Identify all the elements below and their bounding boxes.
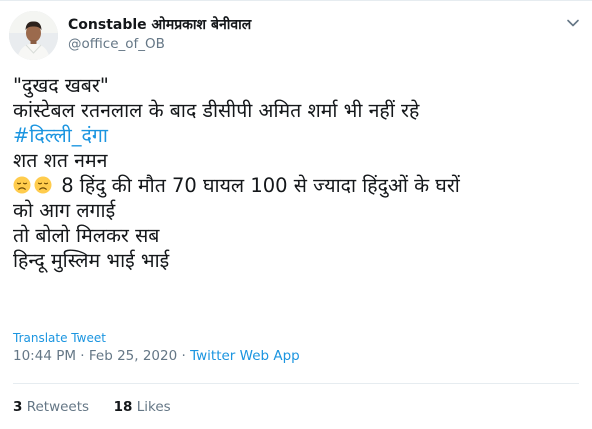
likes-stat[interactable]: 18 Likes (114, 399, 171, 415)
tweet-stats: 3 Retweets 18 Likes (13, 399, 171, 415)
tweet-line: "दुखद खबर" (13, 74, 109, 97)
likes-label: Likes (136, 399, 171, 415)
user-handle[interactable]: @office_of_OB (68, 36, 165, 52)
profile-photo-icon (9, 11, 58, 60)
display-name[interactable]: Constable ओमप्रकाश बेनीवाल (68, 15, 251, 34)
hashtag-link[interactable]: #दिल्ली_दंगा (13, 123, 583, 148)
tweet-line: हिन्दू मुस्लिम भाई भाई (13, 249, 170, 272)
tweet-line: को आग लगाई (13, 199, 116, 222)
tweet-text: "दुखद खबर" कांस्टेबल रतनलाल के बाद डीसीप… (13, 73, 583, 273)
retweets-count: 3 (13, 399, 23, 415)
chevron-down-icon[interactable] (566, 16, 580, 30)
tweet-line-text: 8 हिंदु की मौत 70 घायल 100 से ज्यादा हिं… (61, 174, 460, 197)
disappointed-face-icon (34, 176, 52, 194)
meta-separator: · (181, 348, 186, 364)
tweet-line: कांस्टेबल रतनलाल के बाद डीसीपी अमित शर्म… (13, 99, 420, 122)
divider (13, 383, 579, 384)
avatar[interactable] (9, 11, 58, 60)
disappointed-face-icon (13, 176, 31, 194)
retweets-label: Retweets (26, 399, 90, 415)
tweet-line: 8 हिंदु की मौत 70 घायल 100 से ज्यादा हिं… (13, 173, 583, 198)
meta-separator: · (80, 348, 85, 364)
tweet-line: शत शत नमन (13, 149, 108, 172)
translate-tweet-link[interactable]: Translate Tweet (13, 331, 106, 345)
tweet-card: Constable ओमप्रकाश बेनीवाल @office_of_OB… (0, 0, 592, 429)
tweet-line: तो बोलो मिलकर सब (13, 224, 160, 247)
likes-count: 18 (113, 399, 133, 415)
retweets-stat[interactable]: 3 Retweets (13, 399, 89, 415)
tweet-source-link[interactable]: Twitter Web App (190, 348, 300, 364)
tweet-meta: 10:44 PM · Feb 25, 2020 · Twitter Web Ap… (13, 348, 300, 364)
tweet-time[interactable]: 10:44 PM (13, 348, 76, 364)
tweet-date[interactable]: Feb 25, 2020 (89, 348, 177, 364)
